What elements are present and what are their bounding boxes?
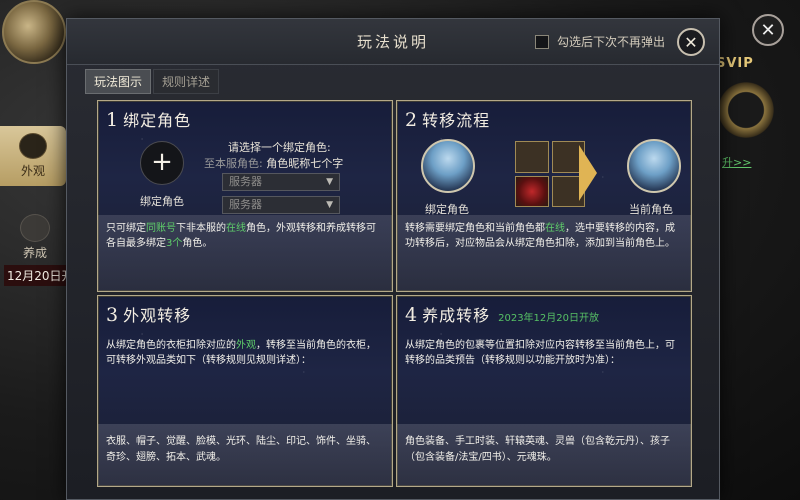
open-date-badge: 2023年12月20日开放 (498, 313, 600, 324)
panel-cultivation-transfer: 4 养成转移 2023年12月20日开放 从绑定角色的包裹等位置扣除对应内容转移… (396, 295, 692, 487)
transfer-items-grid (515, 141, 585, 207)
dont-show-again-label: 勾选后下次不再弹出 (557, 35, 666, 49)
panel-title: 1 绑定角色 (106, 107, 191, 131)
server-select-1[interactable]: 服务器 ▼ (222, 173, 340, 191)
chevron-down-icon: ▼ (326, 200, 333, 210)
desc-text: 只可绑定 (106, 223, 146, 234)
bound-role-avatar (421, 139, 475, 193)
panel-number: 1 (106, 109, 120, 131)
add-role-label: 绑定角色 (140, 195, 184, 208)
server-select-value: 服务器 (229, 175, 262, 188)
panel-transfer-flow: 2 转移流程 绑定角色 当前角色 转移需要绑定角色和当前角色都在线，选中要转移的… (396, 100, 692, 292)
chevron-down-icon: ▼ (326, 177, 333, 187)
desc-text: 下非本服的 (176, 223, 226, 234)
panel-bind-role: 1 绑定角色 + 绑定角色 请选择一个绑定角色: 至本服角色: 角色昵称七个字 … (97, 100, 393, 292)
tab-bar: 玩法图示 规则详述 (85, 69, 220, 94)
gameplay-instructions-dialog: 玩法说明 勾选后下次不再弹出 ✕ 玩法图示 规则详述 1 绑定角色 + 绑定角色… (66, 18, 720, 500)
appearance-icon (19, 133, 47, 159)
panel-description: 转移需要绑定角色和当前角色都在线，选中要转移的内容，成功转移后，对应物品会从绑定… (397, 215, 691, 291)
desc-text: 角色。 (182, 238, 213, 249)
current-role-avatar (627, 139, 681, 193)
panel-title-text: 转移流程 (422, 111, 491, 130)
panel-title: 2 转移流程 (405, 107, 490, 131)
panel-title-text: 外观转移 (123, 306, 192, 325)
panel-title: 4 养成转移 2023年12月20日开放 (405, 302, 599, 326)
dialog-title: 玩法说明 (356, 33, 429, 51)
dont-show-again-checkbox[interactable] (535, 34, 549, 49)
dont-show-again-toggle[interactable]: 勾选后下次不再弹出 (535, 33, 665, 50)
side-tab-label: 外观 (20, 164, 45, 178)
panel-number: 2 (405, 109, 419, 131)
arrow-right-icon (579, 145, 597, 201)
background-close-button[interactable]: ✕ (752, 14, 784, 46)
tab-illustration[interactable]: 玩法图示 (85, 69, 152, 94)
cultivation-icon (20, 214, 50, 242)
desc-highlight: 同账号 (146, 223, 176, 234)
server-select-2[interactable]: 服务器 ▼ (222, 196, 340, 214)
rose-item-icon (515, 175, 549, 207)
item-slot (515, 141, 549, 173)
panel-title-text: 养成转移 (422, 306, 491, 325)
side-tab-cultivation[interactable]: 养成 (4, 214, 66, 266)
svip-label: SVIP (716, 56, 754, 71)
current-role-label: 至本服角色: (204, 157, 263, 170)
svip-badge-icon[interactable] (716, 78, 776, 142)
server-select-value: 服务器 (229, 198, 262, 211)
current-role-value: 角色昵称七个字 (266, 157, 344, 170)
select-role-prompt: 请选择一个绑定角色: (228, 141, 331, 154)
panel-number: 3 (106, 304, 120, 326)
panel-description: 只可绑定同账号下非本服的在线角色，外观转移和养成转移可各自最多绑定3个角色。 (98, 215, 392, 291)
game-emblem-icon[interactable] (2, 0, 66, 64)
plus-icon[interactable]: + (140, 141, 184, 185)
transferable-categories: 衣服、帽子、觉醒、脸模、光环、陆尘、印记、饰件、坐骑、奇珍、翅膀、拓本、武魂。 (98, 424, 392, 486)
panel-title: 3 外观转移 (106, 302, 191, 326)
desc-text: 从绑定角色的衣柜扣除对应的 (106, 340, 236, 351)
tab-rules[interactable]: 规则详述 (153, 69, 220, 94)
desc-highlight: 在线 (226, 223, 246, 234)
panel-title-text: 绑定角色 (123, 111, 192, 130)
panel-number: 4 (405, 304, 419, 326)
svip-upgrade-link[interactable]: 升>> (722, 154, 751, 170)
close-button[interactable]: ✕ (677, 28, 705, 56)
desc-highlight: 在线 (545, 223, 565, 234)
desc-text: 转移需要绑定角色和当前角色都 (405, 223, 545, 234)
current-role-info: 至本服角色: 角色昵称七个字 (204, 155, 343, 171)
side-tab2-label: 养成 (22, 246, 47, 260)
desc-highlight: 3个 (166, 238, 183, 249)
side-tab-appearance[interactable]: 外观 (0, 126, 66, 186)
transferable-categories: 角色装备、手工时装、轩辕英魂、灵兽（包含乾元丹）、孩子（包含装备/法宝/四书）、… (397, 424, 691, 486)
bind-role-add[interactable]: + 绑定角色 (132, 141, 192, 215)
desc-highlight: 外观 (236, 340, 256, 351)
panel-appearance-transfer: 3 外观转移 从绑定角色的衣柜扣除对应的外观，转移至当前角色的衣柜，可转移外观品… (97, 295, 393, 487)
dialog-header: 玩法说明 勾选后下次不再弹出 ✕ (67, 19, 719, 65)
